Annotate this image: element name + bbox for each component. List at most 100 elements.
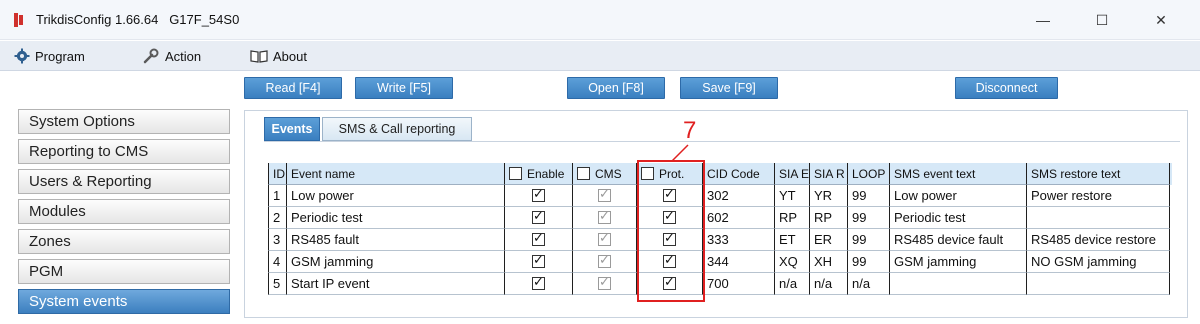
tab-sms-call-reporting[interactable]: SMS & Call reporting [322,117,472,141]
cell-enable [504,251,572,273]
cell-sia-e[interactable]: YT [774,185,809,207]
cell-sia-e[interactable]: RP [774,207,809,229]
header-enable[interactable]: Enable [504,163,572,185]
header-cms[interactable]: CMS [572,163,636,185]
cell-cms [572,273,636,295]
cell-sms-restore-text[interactable] [1026,207,1170,229]
cell-sms-event-text[interactable] [889,273,1026,295]
cell-sms-restore-text[interactable]: Power restore [1026,185,1170,207]
cell-cid-code[interactable]: 700 [702,273,774,295]
menu-about[interactable]: About [250,46,307,66]
cell-loop[interactable]: 99 [847,251,889,273]
header-sms-restore-text: SMS restore text [1026,163,1170,185]
header-event-name: Event name [286,163,504,185]
sidebar-item-system-events[interactable]: System events [18,289,230,314]
cell-event-name: Start IP event [286,273,504,295]
cell-cid-code[interactable]: 344 [702,251,774,273]
cms-checkbox[interactable] [598,253,611,268]
cell-cid-code[interactable]: 333 [702,229,774,251]
cell-sia-r[interactable]: YR [809,185,847,207]
table-row[interactable]: 4 GSM jamming 344 XQ XH 99 GSM jamming N… [268,251,1172,273]
menu-bar: Program Action About [0,41,1200,71]
cell-sia-e[interactable]: n/a [774,273,809,295]
book-icon [250,50,268,63]
title-bar: TrikdisConfig 1.66.64 G17F_54S0 — ☐ ✕ [0,0,1200,40]
cell-sia-r[interactable]: ER [809,229,847,251]
enable-checkbox[interactable] [532,253,545,268]
read-button[interactable]: Read [F4] [244,77,342,99]
enable-checkbox[interactable] [532,231,545,246]
cell-cms [572,207,636,229]
header-id: ID [268,163,286,185]
cell-sms-event-text[interactable]: GSM jamming [889,251,1026,273]
cell-loop[interactable]: 99 [847,207,889,229]
maximize-button[interactable]: ☐ [1079,6,1125,34]
cell-enable [504,207,572,229]
menu-action[interactable]: Action [142,46,201,66]
table-row[interactable]: 5 Start IP event 700 n/a n/a n/a [268,273,1172,295]
header-cms-label: CMS [595,166,622,181]
cell-cid-code[interactable]: 602 [702,207,774,229]
cell-sia-r[interactable]: n/a [809,273,847,295]
cell-event-name: Low power [286,185,504,207]
app-icon [14,13,23,27]
close-button[interactable]: ✕ [1138,6,1184,34]
cell-id: 2 [268,207,286,229]
tab-events[interactable]: Events [264,117,320,141]
annotation-highlight-box [637,160,705,302]
cell-sia-r[interactable]: XH [809,251,847,273]
wrench-icon [143,48,159,64]
cell-sms-restore-text[interactable]: NO GSM jamming [1026,251,1170,273]
tab-divider [264,141,1180,142]
cell-enable [504,229,572,251]
cell-sia-e[interactable]: XQ [774,251,809,273]
cell-sms-restore-text[interactable] [1026,273,1170,295]
cell-loop[interactable]: n/a [847,273,889,295]
enable-all-checkbox[interactable] [509,167,522,180]
cell-sia-r[interactable]: RP [809,207,847,229]
menu-about-label: About [273,48,307,64]
cell-sms-restore-text[interactable]: RS485 device restore [1026,229,1170,251]
cell-sms-event-text[interactable]: RS485 device fault [889,229,1026,251]
enable-checkbox[interactable] [532,209,545,224]
sidebar-item-system-options[interactable]: System Options [18,109,230,134]
sidebar-item-modules[interactable]: Modules [18,199,230,224]
table-row[interactable]: 1 Low power 302 YT YR 99 Low power Power… [268,185,1172,207]
table-header-row: ID Event name Enable CMS Prot. CID Code … [268,163,1172,185]
cms-checkbox[interactable] [598,231,611,246]
menu-program[interactable]: Program [14,46,85,66]
header-sms-event-text: SMS event text [889,163,1026,185]
cell-id: 3 [268,229,286,251]
table-row[interactable]: 3 RS485 fault 333 ET ER 99 RS485 device … [268,229,1172,251]
cell-cid-code[interactable]: 302 [702,185,774,207]
enable-checkbox[interactable] [532,187,545,202]
header-sia-e: SIA E [774,163,809,185]
cell-enable [504,185,572,207]
cell-sia-e[interactable]: ET [774,229,809,251]
cell-event-name: Periodic test [286,207,504,229]
open-button[interactable]: Open [F8] [567,77,665,99]
save-button[interactable]: Save [F9] [680,77,778,99]
table-row[interactable]: 2 Periodic test 602 RP RP 99 Periodic te… [268,207,1172,229]
sidebar-item-reporting-to-cms[interactable]: Reporting to CMS [18,139,230,164]
minimize-button[interactable]: — [1020,6,1066,34]
cms-checkbox[interactable] [598,209,611,224]
sidebar-item-pgm[interactable]: PGM [18,259,230,284]
cell-id: 4 [268,251,286,273]
sidebar-item-users-reporting[interactable]: Users & Reporting [18,169,230,194]
cms-checkbox[interactable] [598,187,611,202]
cell-sms-event-text[interactable]: Low power [889,185,1026,207]
cell-loop[interactable]: 99 [847,229,889,251]
cell-sms-event-text[interactable]: Periodic test [889,207,1026,229]
header-loop: LOOP [847,163,889,185]
enable-checkbox[interactable] [532,275,545,290]
cell-id: 1 [268,185,286,207]
cell-event-name: GSM jamming [286,251,504,273]
annotation-number: 7 [683,117,697,144]
cms-checkbox[interactable] [598,275,611,290]
cms-all-checkbox[interactable] [577,167,590,180]
write-button[interactable]: Write [F5] [355,77,453,99]
disconnect-button[interactable]: Disconnect [955,77,1058,99]
cell-loop[interactable]: 99 [847,185,889,207]
sidebar-item-zones[interactable]: Zones [18,229,230,254]
